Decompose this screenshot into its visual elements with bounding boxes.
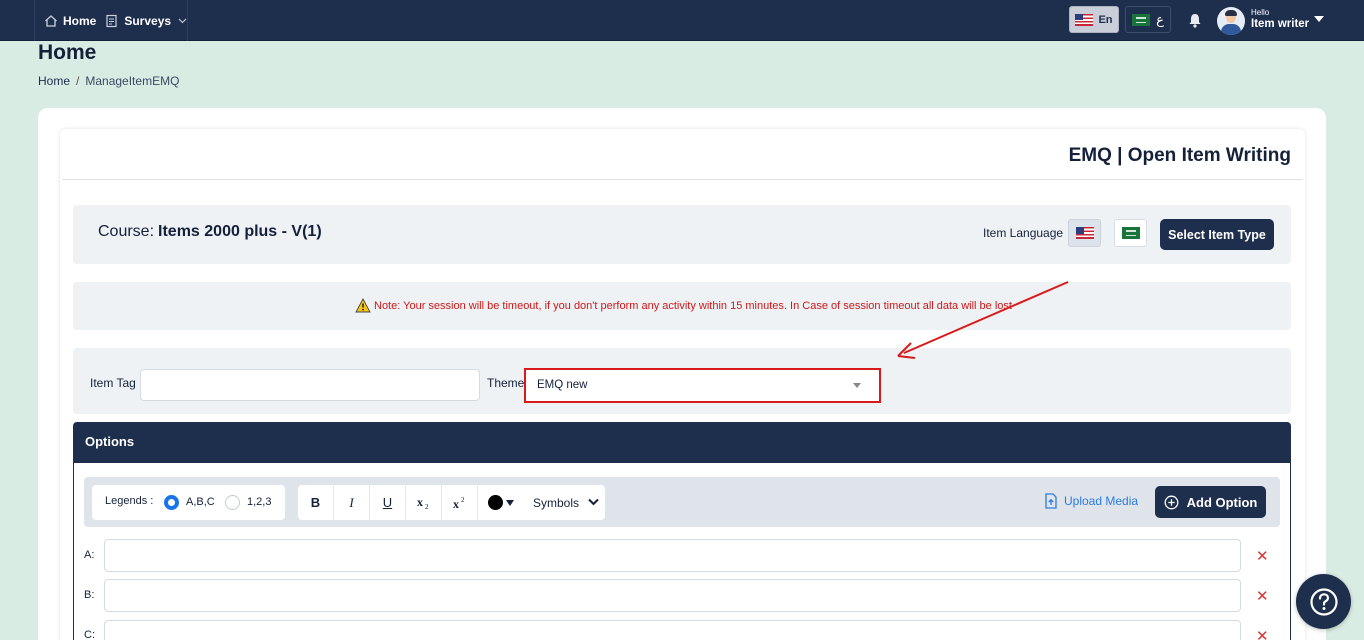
breadcrumb-home[interactable]: Home bbox=[38, 74, 70, 88]
divider bbox=[62, 179, 1303, 180]
chevron-down-icon bbox=[588, 498, 599, 506]
theme-selected-value: EMQ new bbox=[537, 379, 588, 391]
user-name: Item writer bbox=[1251, 18, 1310, 30]
saudi-flag-icon bbox=[1132, 13, 1151, 26]
page-title: Home bbox=[38, 41, 97, 64]
plus-circle-icon bbox=[1164, 495, 1179, 509]
hello-text: Hello bbox=[1251, 8, 1270, 17]
options-title: Options bbox=[85, 434, 135, 449]
upload-media-label: Upload Media bbox=[1064, 494, 1139, 508]
nav-surveys[interactable]: Surveys bbox=[96, 0, 192, 41]
survey-icon bbox=[106, 14, 117, 27]
help-button[interactable] bbox=[1296, 574, 1351, 629]
delete-option-icon[interactable]: ✕ bbox=[1256, 627, 1269, 640]
nav-surveys-label: Surveys bbox=[124, 13, 172, 28]
us-flag-icon bbox=[1075, 13, 1094, 26]
legend-abc-label: A,B,C bbox=[186, 496, 215, 508]
delete-option-icon[interactable]: ✕ bbox=[1256, 587, 1269, 605]
chevron-down-icon bbox=[178, 18, 187, 23]
item-language-ar-button[interactable] bbox=[1114, 219, 1147, 247]
caret-down-icon bbox=[506, 499, 514, 506]
file-upload-icon bbox=[1045, 493, 1057, 509]
legend-123-radio[interactable] bbox=[225, 495, 240, 510]
breadcrumb-separator: / bbox=[76, 74, 80, 88]
nav-home[interactable]: Home bbox=[35, 0, 96, 41]
breadcrumb: Home / ManageItemEMQ bbox=[38, 74, 179, 88]
legend-123-label: 1,2,3 bbox=[247, 496, 272, 508]
option-row-label: A: bbox=[84, 549, 95, 561]
help-icon bbox=[1309, 587, 1338, 616]
item-language-en-button[interactable] bbox=[1068, 219, 1101, 247]
bell-icon[interactable] bbox=[1187, 12, 1203, 28]
option-row-label: C: bbox=[84, 629, 95, 640]
us-flag-icon bbox=[1075, 227, 1094, 239]
course-value: Items 2000 plus - V(1) bbox=[158, 223, 322, 240]
item-tag-label: Item Tag bbox=[90, 376, 136, 390]
svg-text:2: 2 bbox=[461, 496, 465, 504]
lang-ar-label: ع bbox=[1156, 11, 1164, 27]
upload-media-link[interactable]: Upload Media bbox=[1044, 493, 1138, 509]
item-tag-input[interactable] bbox=[140, 369, 480, 401]
option-input[interactable] bbox=[104, 539, 1241, 572]
saudi-flag-icon bbox=[1121, 227, 1140, 239]
subscript-icon: x2 bbox=[417, 496, 429, 510]
option-input[interactable] bbox=[104, 579, 1241, 612]
theme-select[interactable]: EMQ new bbox=[524, 368, 881, 403]
language-ar-button[interactable]: ع bbox=[1125, 6, 1171, 33]
lang-en-label: En bbox=[1098, 13, 1113, 26]
avatar[interactable] bbox=[1217, 7, 1245, 35]
superscript-button[interactable]: x2 bbox=[442, 485, 478, 520]
superscript-icon: x2 bbox=[453, 496, 465, 510]
underline-button[interactable]: U bbox=[370, 485, 406, 520]
legends-label: Legends : bbox=[105, 495, 154, 507]
subscript-button[interactable]: x2 bbox=[406, 485, 442, 520]
caret-down-icon bbox=[853, 383, 861, 388]
language-en-button[interactable]: En bbox=[1069, 6, 1119, 33]
symbols-label: Symbols bbox=[533, 495, 580, 510]
theme-label: Theme bbox=[487, 376, 525, 390]
course-label: Course: Items 2000 plus - V(1) bbox=[98, 223, 322, 240]
delete-option-icon[interactable]: ✕ bbox=[1256, 547, 1269, 565]
svg-text:2: 2 bbox=[425, 503, 429, 510]
nav-home-label: Home bbox=[63, 13, 97, 28]
card-title: EMQ | Open Item Writing bbox=[1068, 145, 1291, 166]
user-menu[interactable]: Hello Item writer bbox=[1251, 8, 1309, 30]
session-timeout-note: Note: Your session will be timeout, if y… bbox=[355, 298, 1012, 313]
main-nav: Home Surveys bbox=[34, 0, 188, 41]
svg-text:x: x bbox=[453, 497, 459, 510]
note-text: Note: Your session will be timeout, if y… bbox=[374, 299, 1012, 312]
warning-icon bbox=[355, 298, 371, 313]
select-item-type-button[interactable]: Select Item Type bbox=[1160, 219, 1274, 250]
caret-down-icon[interactable] bbox=[1314, 16, 1324, 22]
symbols-select[interactable]: Symbols bbox=[526, 485, 605, 520]
home-icon bbox=[45, 14, 57, 27]
svg-text:x: x bbox=[417, 496, 423, 509]
top-navbar: Home Surveys En ع Hello Item writer bbox=[0, 0, 1364, 41]
bold-button[interactable]: B bbox=[298, 485, 334, 520]
add-option-label: Add Option bbox=[1186, 494, 1258, 510]
text-color-picker[interactable] bbox=[482, 485, 520, 520]
color-swatch bbox=[488, 495, 503, 510]
legend-abc-radio[interactable] bbox=[164, 495, 179, 510]
options-header bbox=[73, 422, 1291, 463]
italic-button[interactable]: I bbox=[334, 485, 370, 520]
option-row-label: B: bbox=[84, 589, 95, 601]
item-language-label: Item Language bbox=[983, 226, 1064, 240]
option-input[interactable] bbox=[104, 620, 1241, 640]
add-option-button[interactable]: Add Option bbox=[1155, 486, 1266, 518]
breadcrumb-current: ManageItemEMQ bbox=[85, 74, 180, 88]
